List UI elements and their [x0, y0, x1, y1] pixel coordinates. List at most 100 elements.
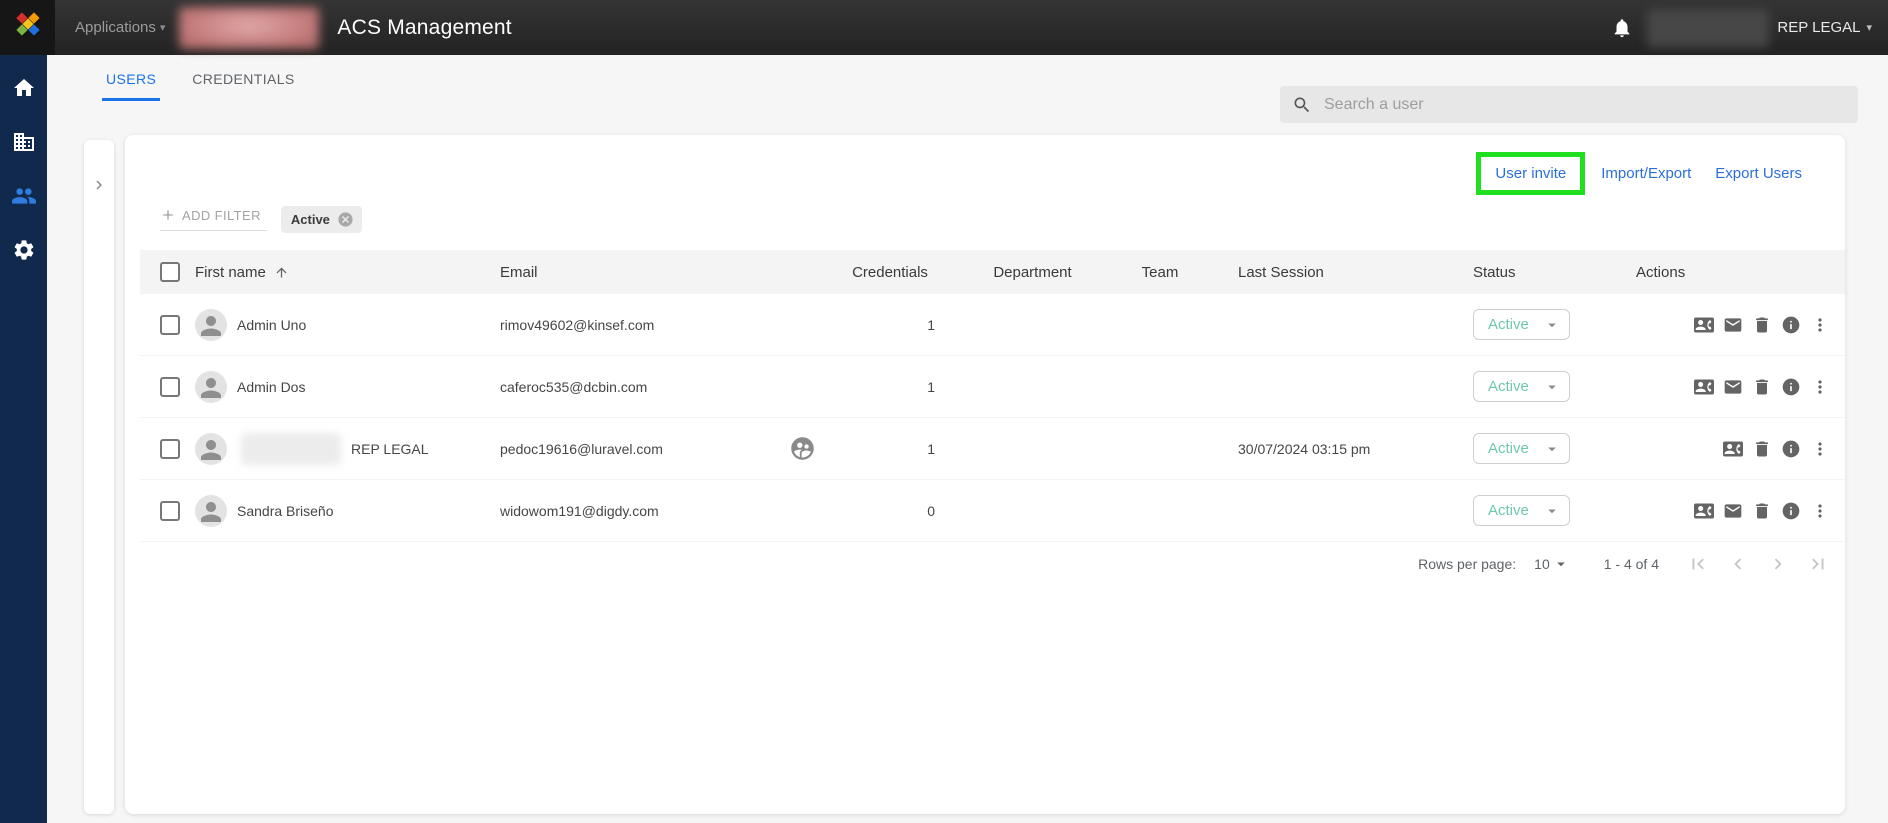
row-checkbox-cell	[140, 438, 195, 459]
delete-button[interactable]	[1749, 498, 1775, 524]
actions-cell	[1630, 374, 1845, 400]
row-checkbox[interactable]	[160, 376, 180, 397]
header-actions: Actions	[1636, 263, 1686, 281]
credentials-cell: 1	[927, 316, 935, 333]
contact-card-button[interactable]	[1720, 436, 1746, 462]
users-card: User invite Import/Export Export Users A…	[125, 135, 1845, 814]
pagination: Rows per page: 10 1 - 4 of 4	[140, 542, 1845, 586]
info-button[interactable]	[1778, 436, 1804, 462]
contact-card-button[interactable]	[1691, 312, 1717, 338]
chevron-right-icon	[1774, 558, 1782, 570]
dropdown-caret-icon	[1548, 447, 1556, 451]
account-menu[interactable]: REP LEGAL ▾	[1777, 19, 1872, 36]
app-logo[interactable]	[0, 0, 55, 55]
contact-card-icon	[1723, 441, 1743, 456]
status-cell: Active	[1440, 433, 1630, 464]
sidebar	[0, 55, 47, 823]
status-value: Active	[1488, 440, 1529, 457]
mail-button[interactable]	[1720, 374, 1746, 400]
delete-button[interactable]	[1749, 312, 1775, 338]
applications-menu[interactable]: Applications ▾	[75, 19, 165, 36]
previous-page-button[interactable]	[1725, 551, 1751, 577]
mail-button[interactable]	[1720, 498, 1746, 524]
tab-users[interactable]: USERS	[101, 71, 161, 101]
more-icon	[1818, 317, 1822, 332]
chevron-down-icon	[1543, 440, 1561, 458]
tab-credentials[interactable]: CREDENTIALS	[192, 71, 294, 101]
row-checkbox[interactable]	[160, 500, 180, 521]
sidebar-item-home[interactable]	[0, 61, 47, 115]
user-invite-button[interactable]: User invite	[1485, 159, 1576, 188]
sidebar-item-users[interactable]	[0, 169, 47, 223]
export-users-button[interactable]: Export Users	[1705, 159, 1812, 188]
header-last-session: Last Session	[1238, 263, 1324, 281]
info-button[interactable]	[1778, 312, 1804, 338]
table-row: REP LEGAL pedoc19616@luravel.com 1 30/07…	[140, 418, 1845, 480]
row-checkbox[interactable]	[160, 314, 180, 335]
credentials-cell: 1	[927, 378, 935, 395]
delete-icon	[1756, 441, 1768, 456]
rows-per-page-select[interactable]: 10	[1534, 555, 1570, 573]
home-icon	[13, 79, 34, 96]
status-dropdown[interactable]: Active	[1473, 309, 1570, 340]
sidebar-item-organization[interactable]	[0, 115, 47, 169]
dropdown-caret-icon	[1548, 509, 1556, 513]
account-label: REP LEGAL	[1777, 19, 1861, 36]
import-export-button[interactable]: Import/Export	[1591, 159, 1701, 188]
active-filter-chip[interactable]: Active	[280, 205, 362, 233]
sort-ascending-icon	[274, 265, 289, 280]
next-page-button[interactable]	[1765, 551, 1791, 577]
notifications-button[interactable]	[1611, 17, 1633, 39]
chevron-down-icon	[1543, 378, 1561, 396]
header-first-name[interactable]: First name	[195, 264, 485, 281]
sidebar-item-settings[interactable]	[0, 223, 47, 277]
first-page-button[interactable]	[1685, 551, 1711, 577]
info-button[interactable]	[1778, 374, 1804, 400]
header-email: Email	[500, 263, 538, 281]
more-button[interactable]	[1807, 312, 1833, 338]
add-filter-button[interactable]: ADD FILTER	[160, 207, 267, 231]
info-button[interactable]	[1778, 498, 1804, 524]
select-all-checkbox[interactable]	[160, 262, 180, 282]
actions-cell	[1630, 498, 1845, 524]
status-value: Active	[1488, 502, 1529, 519]
gear-icon	[14, 240, 33, 260]
info-icon	[1782, 378, 1800, 395]
status-dropdown[interactable]: Active	[1473, 371, 1570, 402]
more-button[interactable]	[1807, 374, 1833, 400]
email-cell: rimov49602@kinsef.com	[500, 316, 655, 333]
applications-label: Applications	[75, 19, 156, 36]
expand-panel-button[interactable]	[90, 176, 108, 814]
table-body: Admin Uno rimov49602@kinsef.com 1 Active…	[140, 294, 1845, 542]
status-dropdown[interactable]: Active	[1473, 433, 1570, 464]
last-page-button[interactable]	[1805, 551, 1831, 577]
more-button[interactable]	[1807, 436, 1833, 462]
avatar	[195, 432, 227, 465]
status-dropdown[interactable]: Active	[1473, 495, 1570, 526]
chevron-left-icon	[1734, 558, 1742, 570]
contact-card-button[interactable]	[1691, 374, 1717, 400]
search-input[interactable]	[1324, 95, 1846, 114]
user-name: REP LEGAL	[351, 440, 429, 457]
row-checkbox[interactable]	[160, 438, 180, 459]
contact-card-button[interactable]	[1691, 498, 1717, 524]
first-name-cell: Admin Uno	[195, 308, 485, 341]
remove-filter-button[interactable]	[337, 211, 354, 228]
delete-button[interactable]	[1749, 374, 1775, 400]
first-page-icon	[1692, 558, 1704, 570]
more-icon	[1818, 503, 1822, 518]
user-invite-highlight: User invite	[1476, 151, 1586, 195]
more-button[interactable]	[1807, 498, 1833, 524]
table-row: Admin Uno rimov49602@kinsef.com 1 Active	[140, 294, 1845, 356]
user-name: Sandra Briseño	[237, 502, 334, 519]
close-icon	[338, 211, 353, 227]
delete-button[interactable]	[1749, 436, 1775, 462]
user-name: Admin Dos	[237, 378, 306, 395]
collapsed-filter-panel	[84, 140, 114, 814]
mail-button[interactable]	[1720, 312, 1746, 338]
redacted-name	[241, 432, 341, 465]
contact-card-icon	[1694, 317, 1714, 332]
person-icon	[201, 315, 221, 336]
info-icon	[1782, 440, 1800, 457]
mail-icon	[1724, 503, 1742, 518]
